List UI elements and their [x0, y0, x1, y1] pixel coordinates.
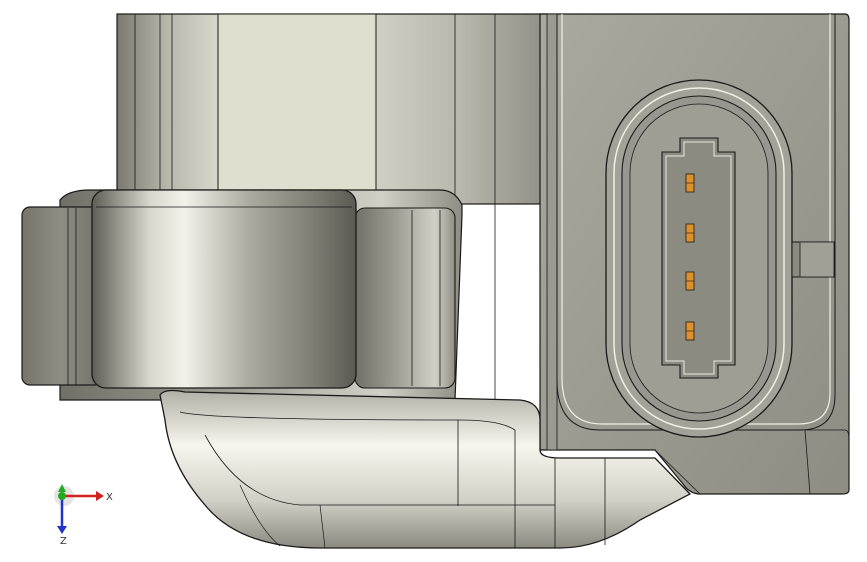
sensor-model[interactable] [0, 0, 867, 562]
locking-tab[interactable] [791, 241, 835, 278]
connector-shroud[interactable] [605, 79, 793, 438]
main-cylinder[interactable] [91, 189, 357, 389]
x-axis-label: X [106, 492, 113, 503]
y-axis-dot [58, 492, 66, 500]
left-cap[interactable] [21, 206, 103, 386]
z-axis-label: Z [60, 536, 67, 547]
axis-triad: X Z [54, 484, 113, 547]
cad-viewport[interactable]: X Z [0, 0, 867, 562]
